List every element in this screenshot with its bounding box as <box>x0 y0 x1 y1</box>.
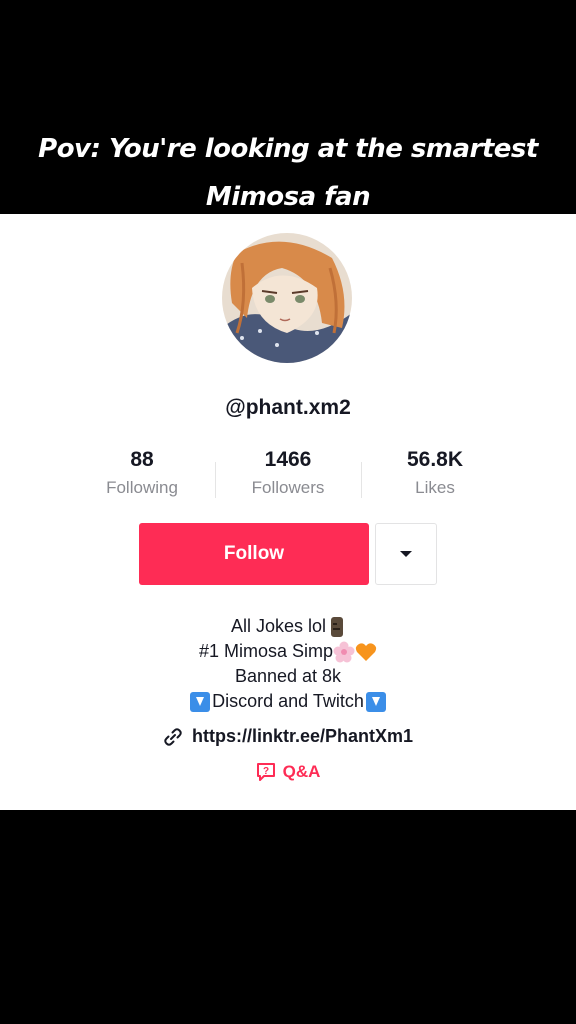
bio-line-2-text: #1 Mimosa Simp <box>198 641 334 661</box>
stat-following-value: 88 <box>130 448 154 471</box>
svg-text:?: ? <box>263 766 269 777</box>
cherry-blossom-icon <box>333 641 355 662</box>
caret-down-icon <box>400 551 412 557</box>
moai-icon <box>331 616 344 637</box>
bio-link-url: https://linktr.ee/PhantXm1 <box>191 726 414 746</box>
bio-link[interactable]: https://linktr.ee/PhantXm1 <box>0 726 576 747</box>
suggested-accounts-button[interactable] <box>375 523 437 585</box>
stat-likes-label: Likes <box>415 478 455 497</box>
username: @phant.xm2 <box>225 396 351 419</box>
bio-line-4-text: Discord and Twitch <box>212 691 364 711</box>
down-arrow-icon <box>190 691 211 712</box>
qa-button[interactable]: ? Q&A <box>0 762 576 782</box>
down-arrow-icon <box>365 691 386 712</box>
follow-button[interactable]: Follow <box>139 523 369 585</box>
link-icon <box>164 727 182 746</box>
video-caption: Pov: You're looking at the smartest Mimo… <box>0 125 576 221</box>
stat-followers-label: Followers <box>251 478 325 497</box>
bio: All Jokes lol #1 Mimosa Simp Banned at 8… <box>0 614 576 714</box>
stat-following-label: Following <box>106 478 178 497</box>
stat-likes-value: 56.8K <box>406 448 464 471</box>
bio-line-4: Discord and Twitch <box>0 689 576 714</box>
orange-heart-icon <box>355 642 377 661</box>
bio-line-3: Banned at 8k <box>234 666 342 686</box>
profile-card: @phant.xm2 88 Following 1466 Followers 5… <box>0 214 576 810</box>
bio-line-1: All Jokes lol <box>0 614 576 639</box>
stat-likes: 56.8K Likes <box>355 448 515 498</box>
bio-line-2: #1 Mimosa Simp <box>0 639 576 664</box>
stat-following[interactable]: 88 Following <box>62 448 222 498</box>
caption-line-1: Pov: You're looking at the smartest <box>38 134 538 164</box>
qa-label: Q&A <box>282 762 321 781</box>
avatar[interactable] <box>222 233 352 363</box>
bio-line-1-text: All Jokes lol <box>230 616 327 636</box>
anime-avatar-icon <box>222 233 352 363</box>
qa-icon: ? <box>256 763 275 781</box>
stat-followers-value: 1466 <box>264 448 312 471</box>
stat-followers[interactable]: 1466 Followers <box>208 448 368 498</box>
